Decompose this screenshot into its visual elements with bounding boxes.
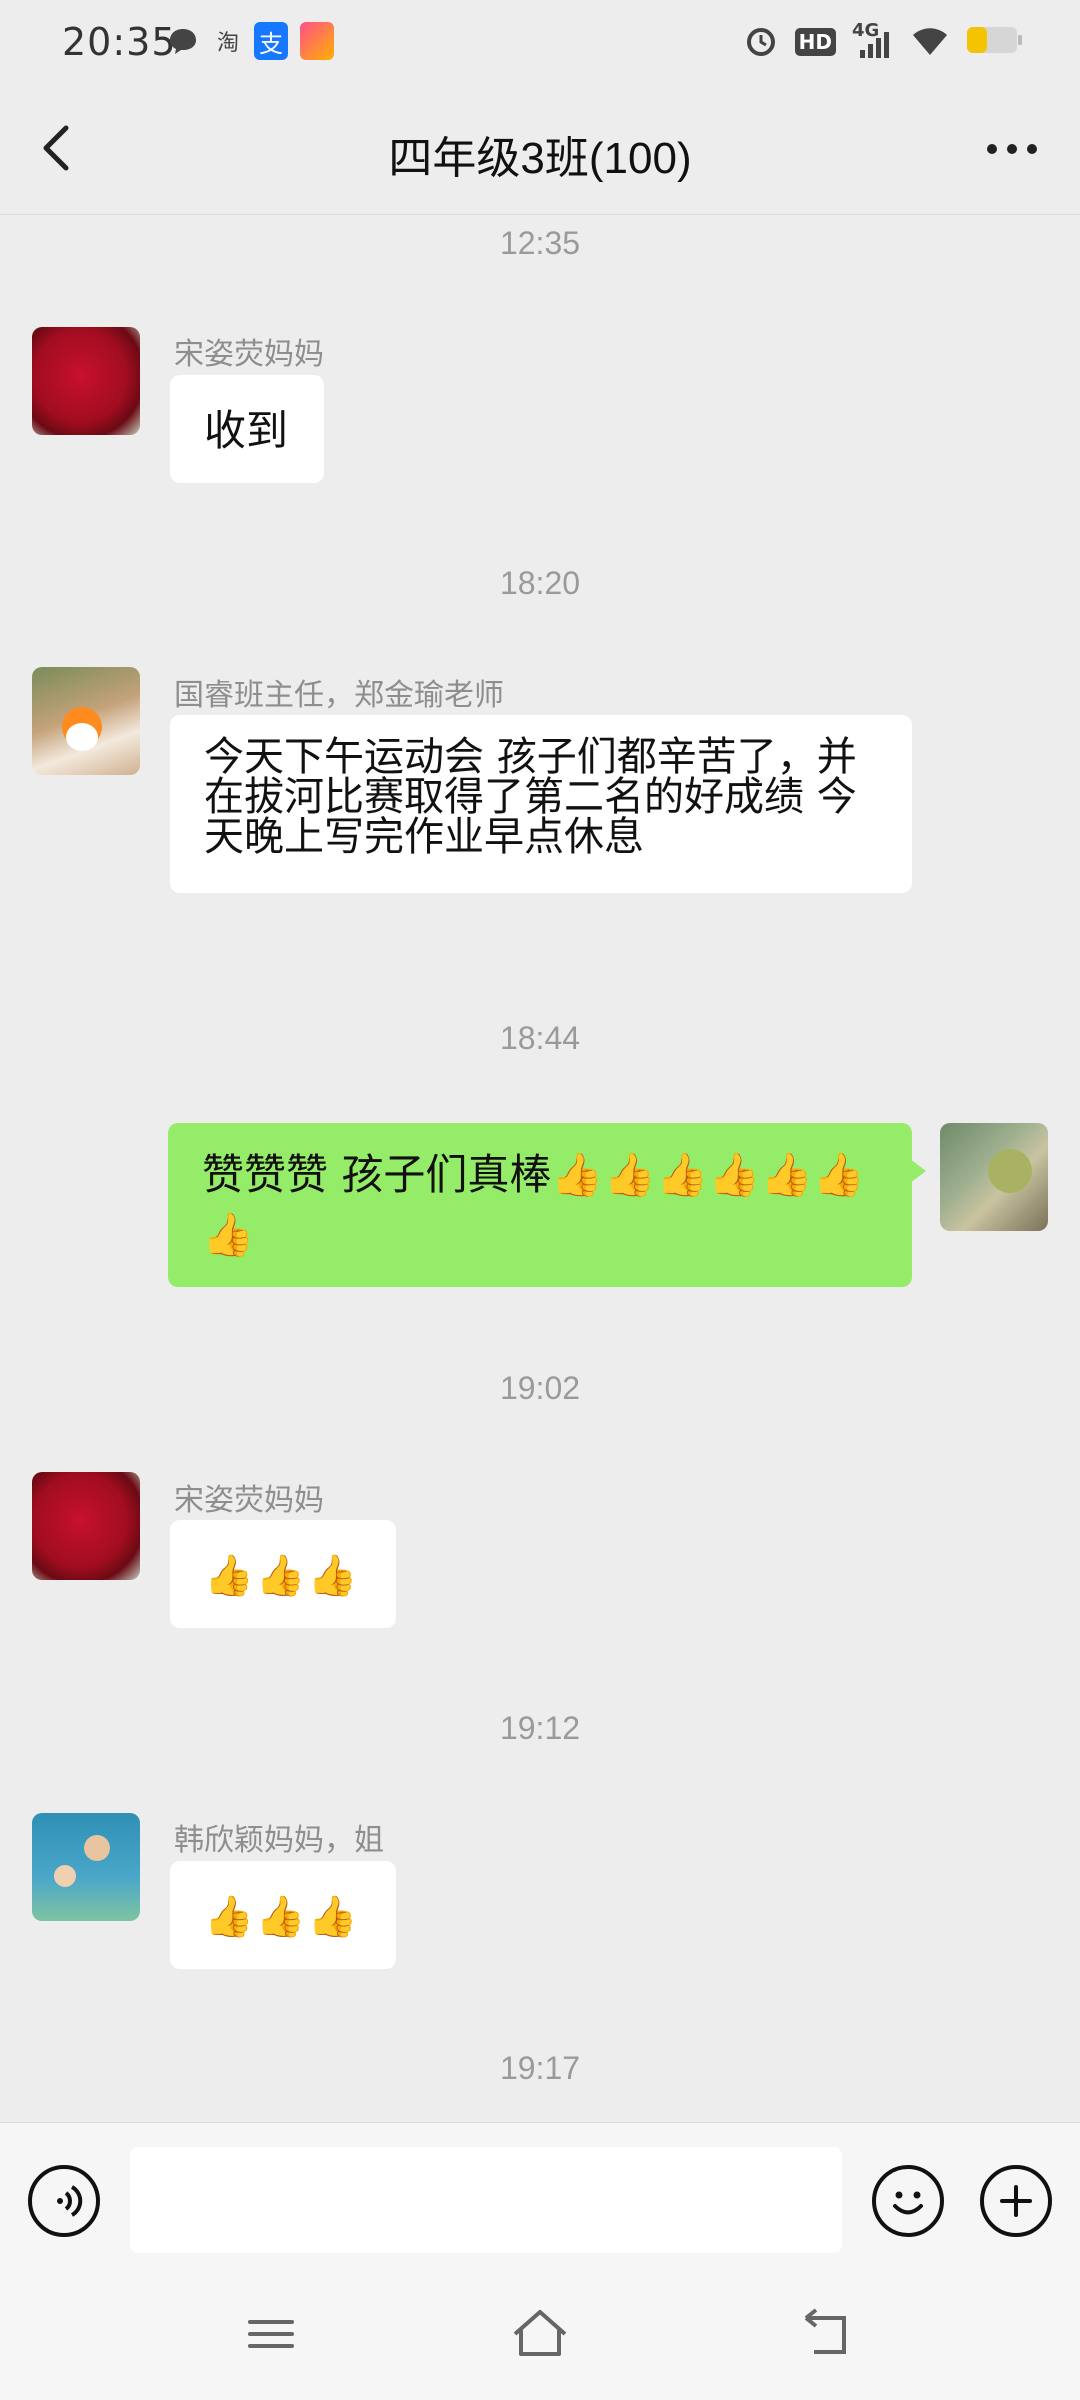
emoji-button[interactable] [872, 2165, 944, 2237]
timestamp: 19:02 [499, 1370, 581, 1406]
system-nav-bar [0, 2278, 1080, 2400]
more-dots-icon [987, 144, 1037, 154]
message-bubble[interactable]: 收到 [170, 375, 324, 483]
avatar-self[interactable] [940, 1123, 1048, 1231]
home-nav-button[interactable] [505, 2304, 575, 2364]
emoji-icon [893, 2191, 923, 2215]
sender-name: 宋姿荧妈妈 [174, 1483, 324, 1518]
timestamp: 18:20 [499, 565, 581, 601]
battery-icon [966, 25, 1024, 59]
avatar[interactable] [32, 327, 140, 435]
more-button[interactable] [980, 124, 1044, 174]
voice-icon [57, 2185, 83, 2217]
avatar-clover [988, 1149, 1032, 1193]
message-bubble-self[interactable]: 赞赞赞 孩子们真棒👍👍👍👍👍👍👍 [168, 1123, 926, 1287]
avatar-child [54, 1865, 76, 1887]
message-bubble[interactable]: 👍👍👍 [170, 1520, 396, 1628]
alarm-icon [743, 22, 779, 62]
avatar[interactable] [32, 1813, 140, 1921]
4g-signal-icon: 4G [852, 20, 894, 60]
timestamp: 19:17 [499, 2050, 581, 2086]
voice-button[interactable] [28, 2165, 100, 2237]
sender-name: 宋姿荧妈妈 [174, 337, 324, 372]
message-bubble[interactable]: 👍👍👍 [170, 1861, 396, 1969]
status-bar: 20:35 淘 支 HD 4G [0, 0, 1080, 84]
message-bubble[interactable]: 今天下午运动会 孩子们都辛苦了，并在拔河比赛取得了第二名的好成绩 今天晚上写完作… [170, 715, 912, 893]
status-time: 20:35 [62, 20, 177, 64]
avatar-face [66, 723, 98, 751]
plus-icon [1000, 2185, 1032, 2217]
message-input[interactable] [130, 2147, 842, 2253]
timestamp: 12:35 [499, 225, 581, 261]
more-actions-button[interactable] [980, 2165, 1052, 2237]
timestamp: 19:12 [499, 1710, 581, 1746]
app-icon [300, 22, 334, 60]
back-nav-icon [804, 2308, 846, 2354]
message-icon [166, 22, 200, 60]
menu-icon [248, 2320, 294, 2348]
chat-title: 四年级3班(100) [388, 134, 692, 183]
alipay-icon: 支 [254, 22, 288, 60]
chat-header: 四年级3班(100) [0, 84, 1080, 215]
menu-nav-button[interactable] [236, 2304, 306, 2364]
avatar[interactable] [32, 1472, 140, 1580]
avatar-person [84, 1835, 110, 1861]
wifi-icon [910, 23, 950, 61]
status-icons: HD 4G [743, 20, 1024, 62]
timestamp: 18:44 [499, 1020, 581, 1056]
input-bar [0, 2122, 1080, 2279]
home-icon [513, 2310, 567, 2356]
sender-name: 国睿班主任，郑金瑜老师 [174, 678, 504, 713]
avatar[interactable] [32, 667, 140, 775]
back-nav-button[interactable] [792, 2304, 862, 2364]
taobao-icon: 淘 [216, 31, 239, 56]
sender-name: 韩欣颖妈妈，姐 [174, 1823, 384, 1858]
chat-messages[interactable]: 12:35 宋姿荧妈妈 收到 18:20 国睿班主任，郑金瑜老师 今天下午运动会… [0, 215, 1080, 2120]
hd-icon: HD [794, 28, 836, 56]
